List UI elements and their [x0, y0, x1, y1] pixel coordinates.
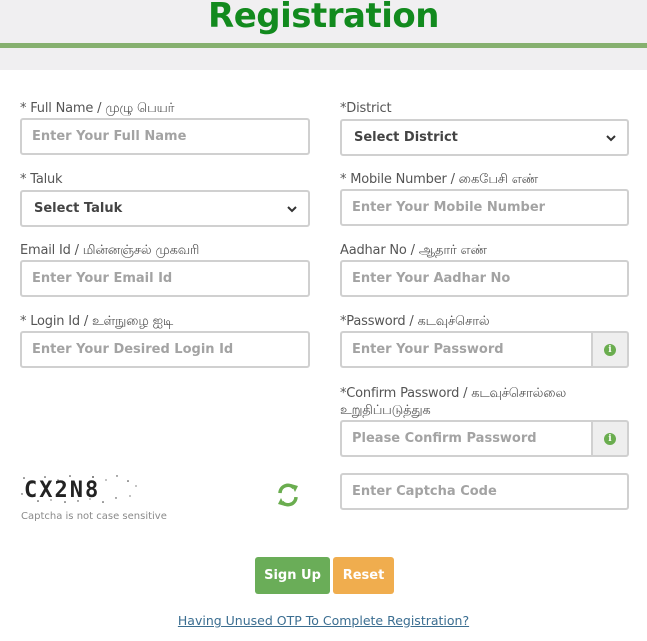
district-select[interactable]: Select District	[340, 119, 629, 156]
full-name-label: * Full Name / முழு பெயர்	[20, 101, 175, 116]
aadhar-label: Aadhar No / ஆதார் எண்	[340, 243, 487, 258]
taluk-selected-value: Select Taluk	[34, 201, 123, 216]
refresh-icon[interactable]	[276, 482, 300, 508]
confirm-password-group: i	[340, 420, 629, 457]
unused-otp-link[interactable]: Having Unused OTP To Complete Registrati…	[0, 613, 647, 628]
confirm-password-label: *Confirm Password / கடவுச்சொல்லை உறுதிப்…	[340, 386, 567, 418]
page-title: Registration	[208, 0, 439, 36]
aadhar-input[interactable]	[340, 260, 629, 297]
captcha-image: CX2N8	[21, 475, 137, 503]
email-input[interactable]	[20, 260, 310, 297]
mobile-input[interactable]	[340, 189, 629, 226]
password-info-button[interactable]: i	[591, 331, 629, 368]
password-label: *Password / கடவுச்சொல்	[340, 314, 490, 329]
reset-button[interactable]: Reset	[333, 557, 394, 594]
chevron-down-icon	[606, 135, 616, 142]
title-divider	[0, 43, 647, 48]
mobile-label: * Mobile Number / கைபேசி எண்	[340, 172, 538, 187]
district-selected-value: Select District	[354, 130, 458, 145]
captcha-text: CX2N8	[24, 478, 100, 503]
info-circle-icon: i	[604, 432, 616, 445]
confirm-password-info-button[interactable]: i	[591, 420, 629, 457]
password-group: i	[340, 331, 629, 368]
login-id-input[interactable]	[20, 331, 310, 368]
page-header: Registration	[0, 0, 647, 70]
taluk-select[interactable]: Select Taluk	[20, 190, 310, 227]
taluk-label: * Taluk	[20, 172, 63, 187]
district-label: *District	[340, 101, 392, 116]
chevron-down-icon	[287, 206, 297, 213]
sign-up-button[interactable]: Sign Up	[255, 557, 330, 594]
full-name-input[interactable]	[20, 118, 310, 155]
email-label: Email Id / மின்னஞ்சல் முகவரி	[20, 243, 200, 258]
login-id-label: * Login Id / உள்நுழை ஐடி	[20, 314, 174, 329]
password-input[interactable]	[340, 331, 591, 368]
captcha-input[interactable]	[340, 473, 629, 510]
info-circle-icon: i	[604, 343, 616, 356]
captcha-note: Captcha is not case sensitive	[21, 511, 167, 522]
confirm-password-input[interactable]	[340, 420, 591, 457]
